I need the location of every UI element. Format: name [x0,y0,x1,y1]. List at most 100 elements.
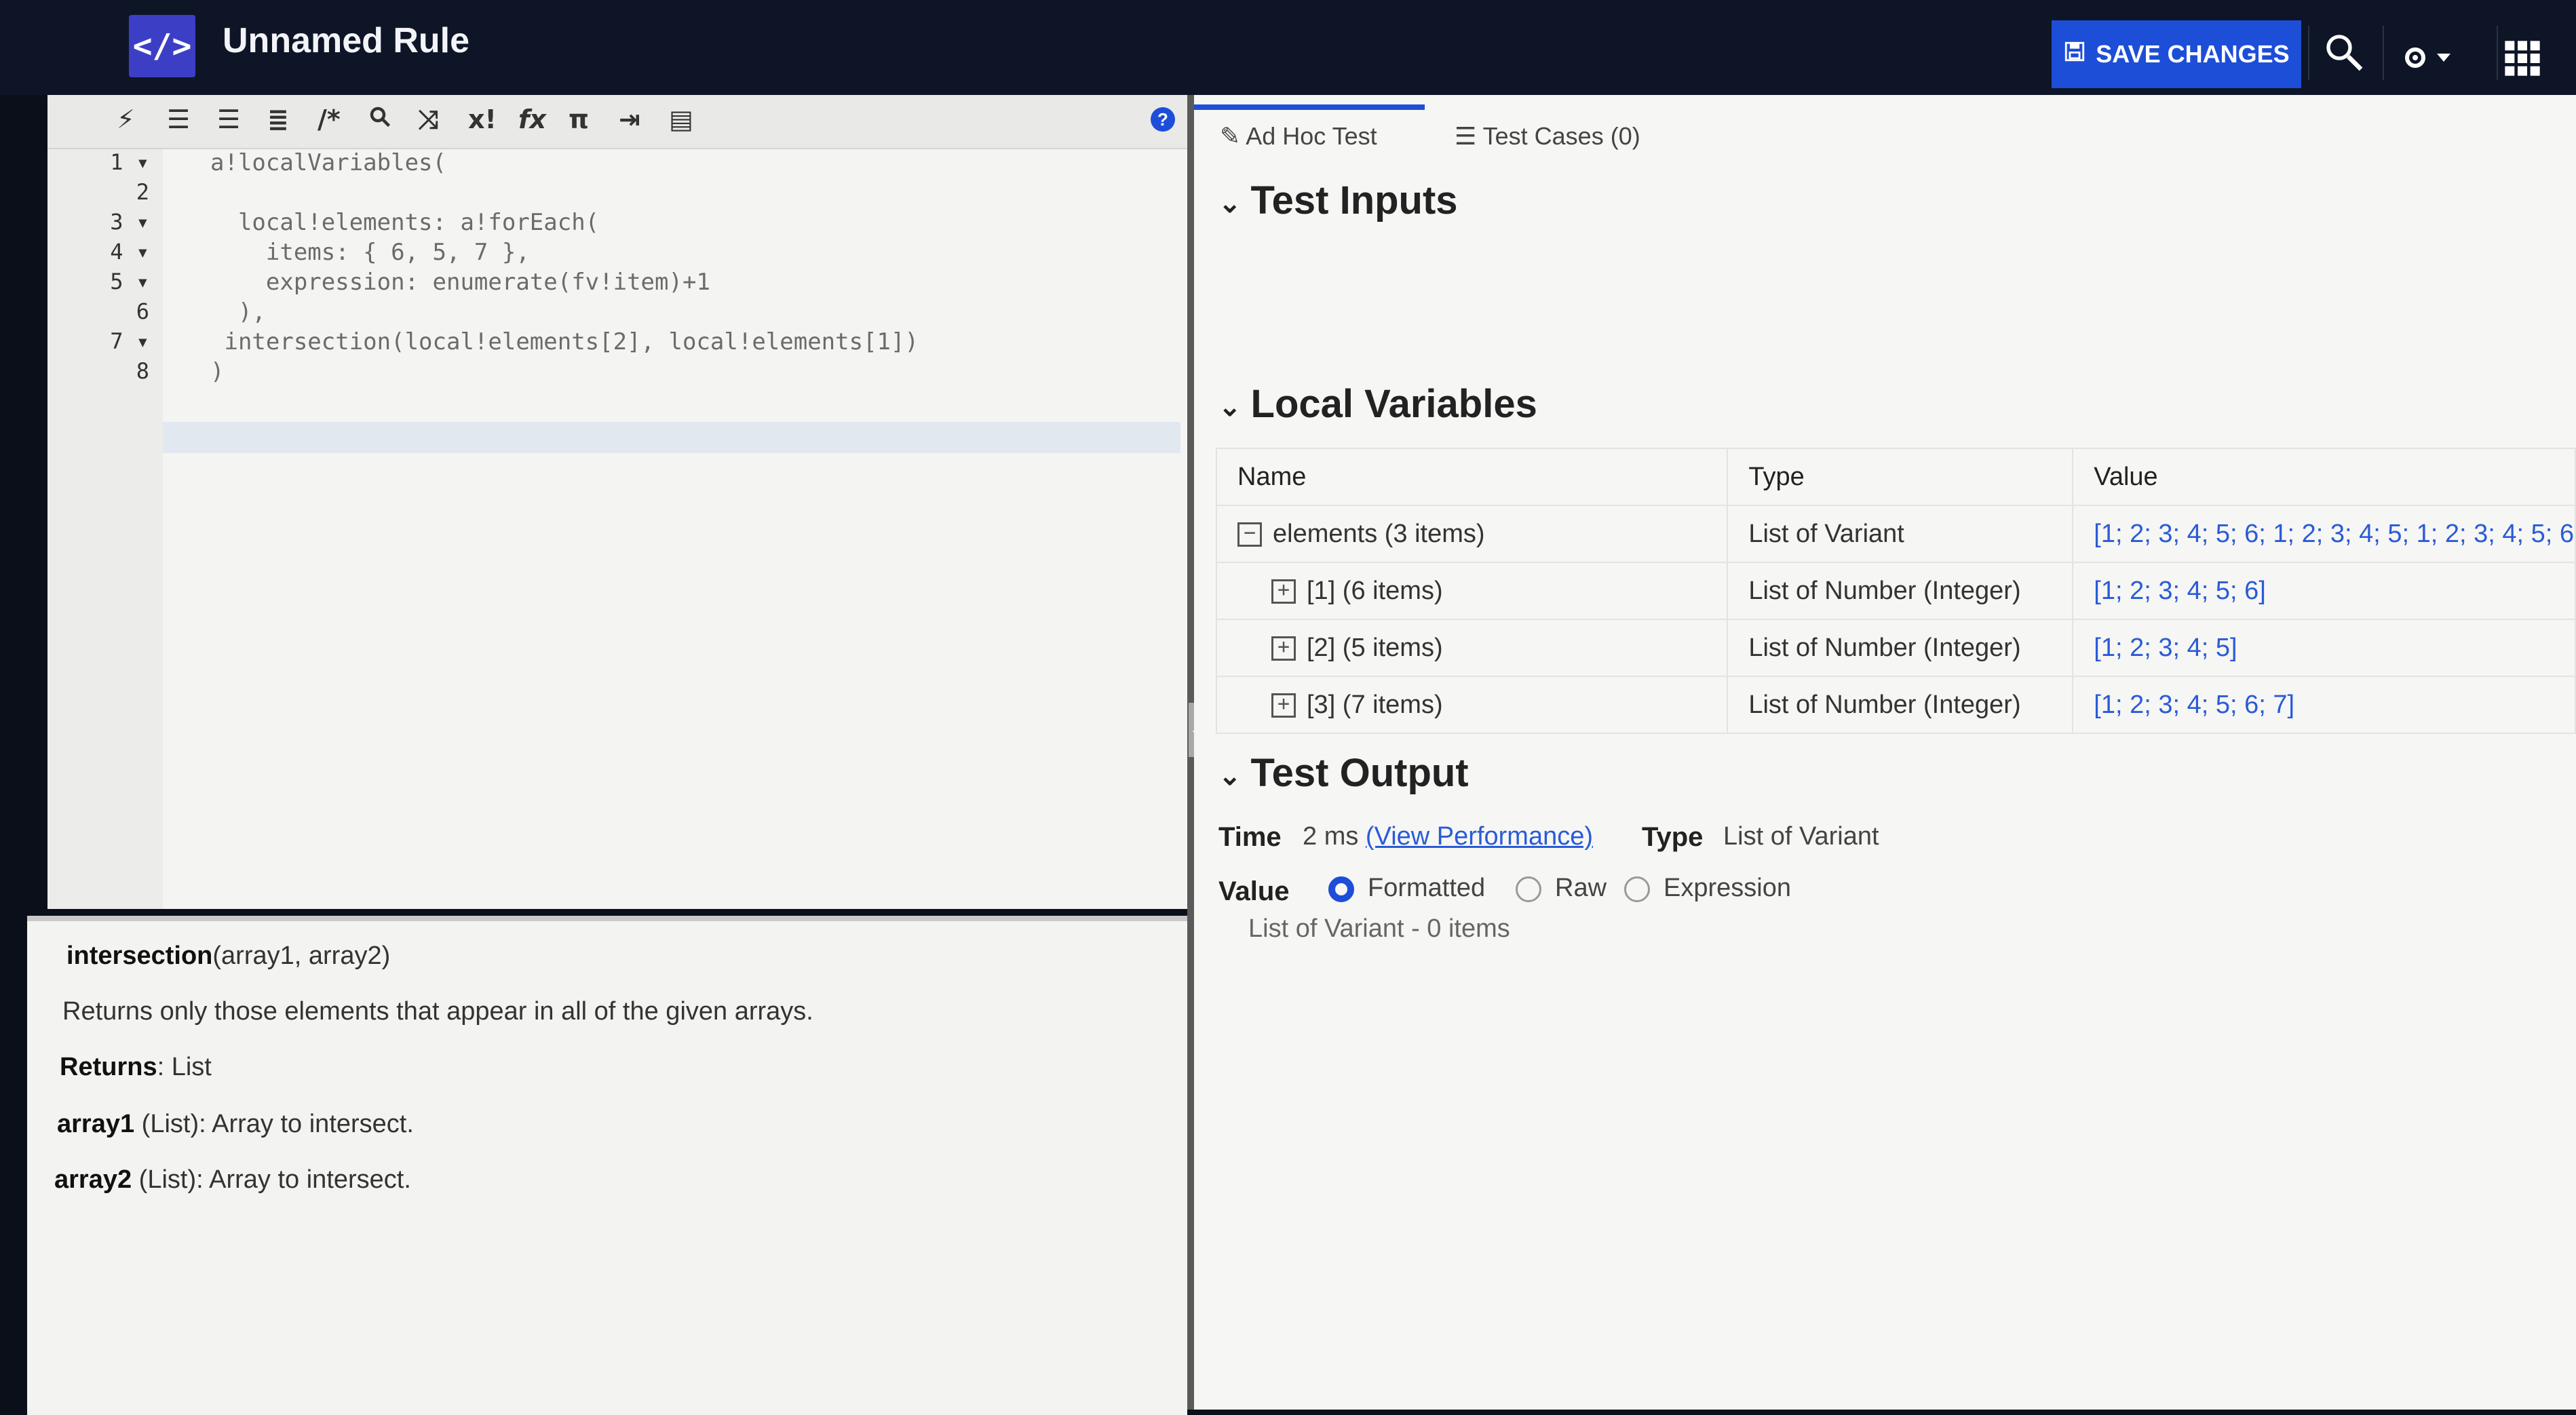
save-changes-button[interactable]: SAVE CHANGES [2052,20,2301,88]
chevron-down-icon: ⌄ [1218,760,1242,791]
outdent-icon[interactable]: ☰ [167,104,190,134]
help-icon[interactable]: ? [1151,107,1175,132]
radio-formatted[interactable] [1328,876,1354,902]
code-line[interactable]: ), [210,298,266,326]
line-number: 8 [136,358,149,384]
code-line[interactable]: expression: enumerate(fv!item)+1 [210,269,710,296]
variable-value-cell[interactable]: [1; 2; 3; 4; 5; 6; 1; 2; 3; 4; 5; 1; 2; … [2072,505,2576,563]
settings-menu-icon[interactable] [2402,39,2456,77]
variable-value-cell[interactable]: [1; 2; 3; 4; 5; 6; 7] [2072,676,2576,734]
value-label: Value [1218,876,1290,906]
section-test-inputs[interactable]: ⌄ Test Inputs [1218,178,1458,223]
header-divider [2497,26,2498,80]
save-changes-label: SAVE CHANGES [2096,40,2290,68]
format-icon[interactable]: ≣ [267,104,289,134]
tab-test-cases[interactable]: ☰ Test Cases (0) [1455,122,1640,151]
line-number: 6 [136,298,149,324]
table-row: + [2] (5 items) List of Number (Integer) [1… [1215,619,2576,677]
function-name: intersection [66,942,213,970]
radio-raw[interactable] [1516,876,1541,902]
expression-rule-logo-icon: </> [129,15,195,77]
expand-icon[interactable]: + [1271,636,1296,661]
rule-title: Unnamed Rule [223,21,470,60]
code-line[interactable]: ) [210,358,224,385]
variable-type-cell: List of Number (Integer) [1727,676,2074,734]
magic-wand-icon[interactable]: ⚡ [117,104,135,134]
indent-icon[interactable]: ☰ [217,104,240,134]
line-number: 1 ▾ [110,149,149,175]
column-header-type: Type [1727,448,2074,506]
type-value: List of Variant [1723,822,1879,851]
function-args: (array1, array2) [212,942,391,970]
line-number: 3 ▾ [110,209,149,235]
function-documentation-panel: intersection(array1, array2) Returns onl… [27,916,1187,1415]
column-header-name: Name [1215,448,1729,506]
inspect-icon[interactable]: ▤ [669,104,693,134]
chevron-down-icon: ⌄ [1218,188,1242,218]
shuffle-icon[interactable]: ⤨ [418,104,438,135]
variable-name: [3] (7 items) [1307,690,1443,719]
expand-icon[interactable]: + [1271,579,1296,604]
variable-name-cell: + [1] (6 items) [1215,562,1729,620]
section-test-output[interactable]: ⌄ Test Output [1218,750,1469,796]
active-line-highlight [163,422,1180,453]
variable-type-cell: List of Variant [1727,505,2074,563]
table-row: + [1] (6 items) List of Number (Integer) [1… [1215,562,2576,620]
expression-editor[interactable]: ⚡ ☰ ☰ ≣ /* ⤨ x! fx π ⇥ ▤ ? 1 ▾ a!localVar… [47,95,1187,909]
chevron-down-icon: ⌄ [1218,391,1242,422]
line-number: 7 ▾ [110,328,149,354]
edit-icon: ✎ [1220,122,1241,150]
variable-type-cell: List of Number (Integer) [1727,619,2074,677]
save-icon [2063,40,2086,69]
view-performance-link[interactable]: (View Performance) [1366,822,1593,851]
variable-icon[interactable]: x! [468,104,497,134]
search-icon[interactable] [368,104,392,135]
comment-icon[interactable]: /* [318,104,341,134]
table-row: − elements (3 items) List of Variant [1; 2;… [1215,505,2576,563]
test-panel: ✎ Ad Hoc Test ☰ Test Cases (0) ⌄ Test Inp… [1194,95,2576,1410]
active-tab-indicator [1194,104,1425,110]
export-icon[interactable]: ⇥ [619,104,640,134]
collapse-icon[interactable]: − [1237,522,1262,547]
section-local-variables[interactable]: ⌄ Local Variables [1218,381,1537,427]
code-line[interactable]: items: { 6, 5, 7 }, [210,239,530,266]
returns-label: Returns [60,1053,157,1081]
header-divider [2308,26,2309,80]
param-array2: array2 (List): Array to intersect. [54,1165,411,1195]
header-divider [2383,26,2384,80]
radio-expression[interactable] [1624,876,1650,902]
apps-grid-icon[interactable] [2503,39,2541,83]
function-returns: Returns: List [60,1053,212,1082]
time-label: Time [1218,822,1282,852]
variable-value-cell[interactable]: [1; 2; 3; 4; 5; 6] [2072,562,2576,620]
variable-name-cell: + [3] (7 items) [1215,676,1729,734]
tab-label: Ad Hoc Test [1246,122,1377,150]
code-line[interactable]: local!elements: a!forEach( [210,209,599,236]
function-description: Returns only those elements that appear … [62,997,813,1026]
function-signature: intersection(array1, array2) [66,942,390,971]
param-desc: (List): Array to intersect. [134,1110,414,1138]
code-line[interactable]: intersection(local!elements[2], local!el… [210,328,919,355]
function-icon[interactable]: fx [518,104,546,134]
section-title-label: Test Output [1250,751,1469,795]
line-number: 5 ▾ [110,269,149,294]
tab-ad-hoc-test[interactable]: ✎ Ad Hoc Test [1220,122,1377,151]
radio-label-expression: Expression [1664,874,1791,902]
table-header-row: Name Type Value [1215,448,2576,506]
tab-label: Test Cases (0) [1482,122,1640,150]
variable-value-cell[interactable]: [1; 2; 3; 4; 5] [2072,619,2576,677]
variable-name-cell: − elements (3 items) [1215,505,1729,563]
type-label: Type [1642,822,1704,852]
app-header: </> Unnamed Rule SAVE CHANGES [0,0,2576,95]
expand-icon[interactable]: + [1271,693,1296,718]
editor-toolbar: ⚡ ☰ ☰ ≣ /* ⤨ x! fx π ⇥ ▤ ? [47,95,1187,149]
param-desc: (List): Array to intersect. [132,1165,411,1194]
variable-name-cell: + [2] (5 items) [1215,619,1729,677]
line-number: 2 [136,179,149,205]
section-title-label: Test Inputs [1250,178,1458,222]
radio-label-raw: Raw [1555,874,1607,902]
returns-value: : List [157,1053,212,1081]
pi-icon[interactable]: π [569,104,589,134]
code-line[interactable]: a!localVariables( [210,149,446,176]
find-dependents-icon[interactable] [2323,31,2366,81]
